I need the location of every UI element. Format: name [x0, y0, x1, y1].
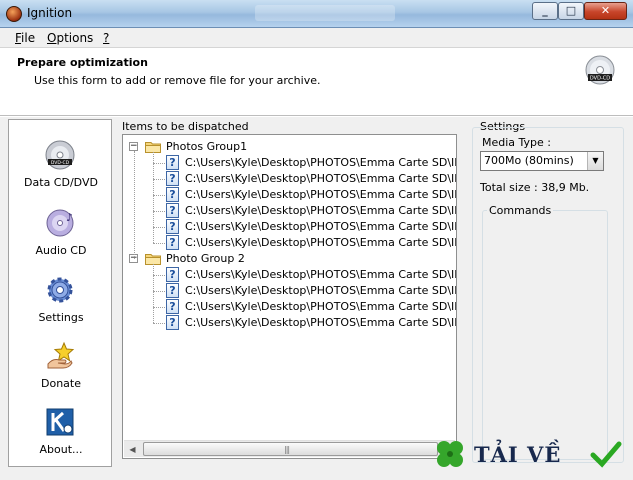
horizontal-scrollbar[interactable]: ◀ ||| ▶ [124, 440, 455, 457]
tree-file-row[interactable]: ? C:\Users\Kyle\Desktop\PHOTOS\Emma Carte… [123, 171, 457, 187]
unknown-file-icon: ? [166, 299, 179, 314]
tree-file-row[interactable]: ? C:\Users\Kyle\Desktop\PHOTOS\Emma Carte… [123, 203, 457, 219]
tree-file-row[interactable]: ? C:\Users\Kyle\Desktop\PHOTOS\Emma Carte… [123, 155, 457, 171]
form-header: Prepare optimization Use this form to ad… [0, 48, 633, 116]
tree-file-row[interactable]: ? C:\Users\Kyle\Desktop\PHOTOS\Emma Carte… [123, 315, 457, 331]
gear-icon [47, 277, 73, 303]
tree-group-row[interactable]: − Photos Group1 [123, 139, 453, 155]
dvd-disc-icon: DVD-CD [45, 140, 75, 170]
close-button[interactable]: ✕ [584, 2, 627, 20]
unknown-file-icon: ? [166, 283, 179, 298]
tree-connector [153, 179, 165, 180]
tree-file-row[interactable]: ? C:\Users\Kyle\Desktop\PHOTOS\Emma Carte… [123, 299, 457, 315]
tree-file-row[interactable]: ? C:\Users\Kyle\Desktop\PHOTOS\Emma Carte… [123, 187, 457, 203]
sidebar-item-label: Data CD/DVD [24, 176, 98, 189]
sidebar-item-label: Donate [41, 377, 81, 390]
media-type-label: Media Type : [482, 136, 552, 149]
menu-help[interactable]: ? [103, 31, 109, 45]
unknown-file-icon: ? [166, 203, 179, 218]
tree-connector [153, 323, 165, 324]
tree-connector [153, 163, 165, 164]
app-icon[interactable] [6, 6, 22, 22]
tree-group-label: Photo Group 2 [166, 252, 245, 265]
grip-icon: ||| [284, 445, 290, 454]
svg-text:DVD-CD: DVD-CD [590, 76, 610, 82]
tree-connector [153, 195, 165, 196]
tree-connector [153, 152, 154, 243]
svg-text:♪: ♪ [66, 211, 73, 224]
scrollbar-thumb[interactable]: ||| [143, 442, 438, 456]
sidebar-item-label: About... [39, 443, 83, 456]
file-path: C:\Users\Kyle\Desktop\PHOTOS\Emma Carte … [185, 220, 457, 233]
collapse-icon[interactable]: − [129, 142, 138, 151]
file-path: C:\Users\Kyle\Desktop\PHOTOS\Emma Carte … [185, 316, 457, 329]
dropdown-arrow-icon[interactable]: ▼ [587, 152, 603, 170]
tree-connector [153, 227, 165, 228]
watermark-text: TẢI VỀ [474, 442, 562, 467]
total-size-label: Total size : 38,9 Mb. [480, 181, 590, 194]
clover-icon [437, 441, 463, 467]
sidebar-item-label: Settings [38, 311, 84, 324]
menu-file[interactable]: File [15, 31, 35, 45]
unknown-file-icon: ? [166, 235, 179, 250]
unknown-file-icon: ? [166, 267, 179, 282]
sidebar-item-label: Audio CD [35, 244, 87, 257]
unknown-file-icon: ? [166, 171, 179, 186]
window-title: Ignition [27, 6, 73, 20]
minimize-button[interactable]: _ [532, 2, 558, 20]
commands-group [482, 210, 608, 460]
tree-connector [153, 211, 165, 212]
minimize-icon: _ [542, 4, 548, 17]
file-path: C:\Users\Kyle\Desktop\PHOTOS\Emma Carte … [185, 188, 457, 201]
unknown-file-icon: ? [166, 155, 179, 170]
title-bar[interactable]: Ignition _ □ ✕ [0, 0, 633, 28]
menu-options[interactable]: Options [47, 31, 93, 45]
items-tree[interactable]: ◀ ||| ▶ − Photos Group1? C:\Users\Kyle\Des… [122, 134, 457, 459]
file-path: C:\Users\Kyle\Desktop\PHOTOS\Emma Carte … [185, 236, 457, 249]
items-panel-label: Items to be dispatched [122, 120, 249, 133]
checkmark-icon [590, 441, 622, 468]
file-path: C:\Users\Kyle\Desktop\PHOTOS\Emma Carte … [185, 204, 457, 217]
file-path: C:\Users\Kyle\Desktop\PHOTOS\Emma Carte … [185, 284, 457, 297]
media-type-select[interactable]: 700Mo (80mins) ▼ [480, 151, 604, 171]
music-disc-icon: ♪ [46, 209, 74, 237]
tree-file-row[interactable]: ? C:\Users\Kyle\Desktop\PHOTOS\Emma Carte… [123, 235, 457, 251]
title-bar-ghost [255, 5, 395, 21]
tree-file-row[interactable]: ? C:\Users\Kyle\Desktop\PHOTOS\Emma Carte… [123, 267, 457, 283]
tree-connector [153, 307, 165, 308]
star-hand-icon [47, 341, 75, 369]
maximize-icon: □ [565, 4, 577, 17]
dvd-disc-icon: DVD-CD [585, 55, 615, 85]
tree-connector [153, 291, 165, 292]
tree-connector [153, 243, 165, 244]
file-path: C:\Users\Kyle\Desktop\PHOTOS\Emma Carte … [185, 172, 457, 185]
sidebar: DVD-CD Data CD/DVD ♪ Audio CD Settings D… [8, 119, 112, 467]
scroll-left-icon[interactable]: ◀ [124, 441, 141, 458]
file-path: C:\Users\Kyle\Desktop\PHOTOS\Emma Carte … [185, 268, 457, 281]
tree-connector [153, 275, 165, 276]
tree-file-row[interactable]: ? C:\Users\Kyle\Desktop\PHOTOS\Emma Carte… [123, 219, 457, 235]
maximize-button[interactable]: □ [558, 2, 584, 20]
unknown-file-icon: ? [166, 315, 179, 330]
unknown-file-icon: ? [166, 187, 179, 202]
tree-connector [153, 264, 154, 323]
tree-group-row[interactable]: − Photo Group 2 [123, 251, 453, 267]
media-type-value: 700Mo (80mins) [484, 154, 574, 167]
tree-connector [134, 151, 135, 259]
commands-label: Commands [487, 204, 554, 217]
header-subtitle: Use this form to add or remove file for … [34, 74, 321, 87]
file-path: C:\Users\Kyle\Desktop\PHOTOS\Emma Carte … [185, 300, 457, 313]
close-icon: ✕ [600, 4, 611, 17]
tree-group-label: Photos Group1 [166, 140, 248, 153]
file-path: C:\Users\Kyle\Desktop\PHOTOS\Emma Carte … [185, 156, 457, 169]
header-title: Prepare optimization [17, 56, 148, 69]
menu-bar: File Options ? [0, 28, 633, 48]
watermark: TẢI VỀ [430, 432, 630, 476]
unknown-file-icon: ? [166, 219, 179, 234]
svg-text:DVD-CD: DVD-CD [51, 160, 70, 166]
tree-file-row[interactable]: ? C:\Users\Kyle\Desktop\PHOTOS\Emma Carte… [123, 283, 457, 299]
logo-icon [46, 408, 74, 436]
